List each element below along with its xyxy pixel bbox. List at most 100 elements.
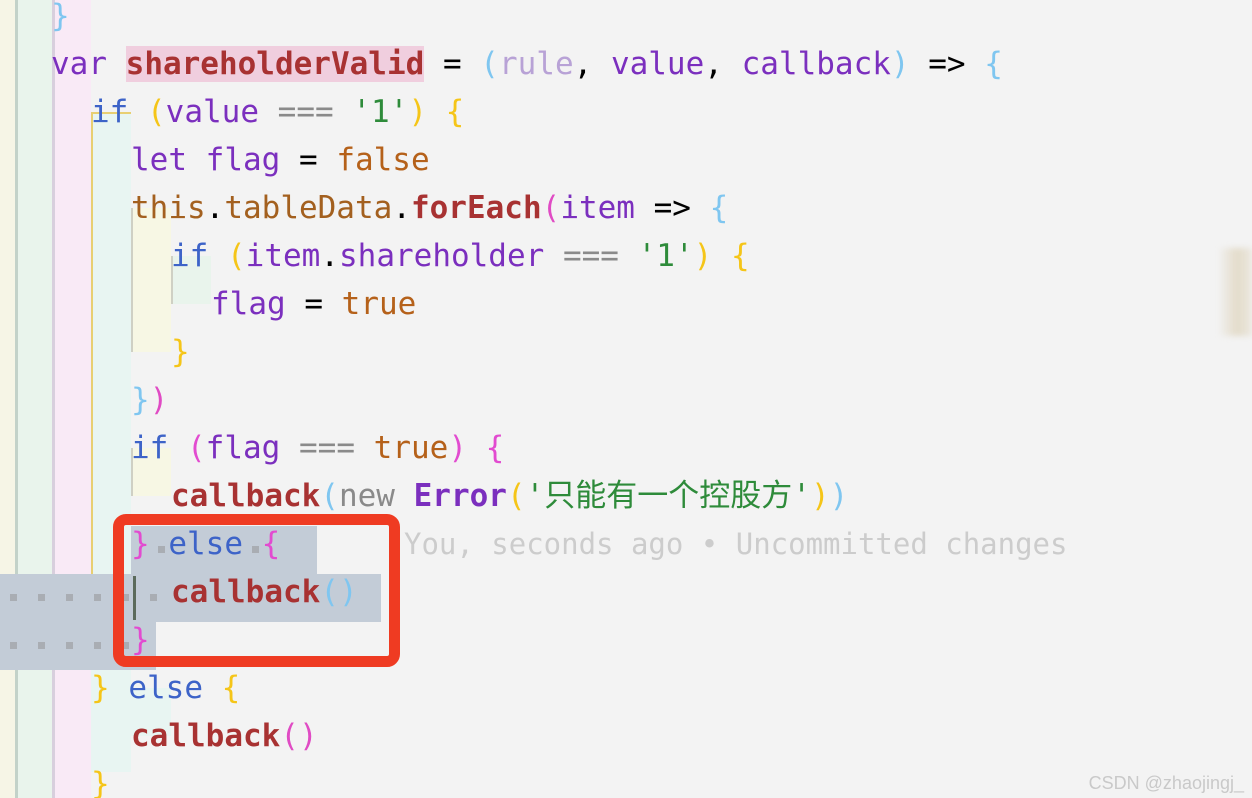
code-token: , bbox=[704, 46, 742, 82]
whitespace-dot-marker bbox=[94, 642, 101, 649]
code-token: this bbox=[131, 190, 206, 226]
code-token: ( bbox=[480, 46, 499, 82]
code-token: callback bbox=[131, 718, 281, 754]
code-token: false bbox=[336, 142, 430, 178]
git-blame-inline-hint: You, seconds ago • Uncommitted changes bbox=[404, 527, 1068, 561]
code-line[interactable]: var shareholderValid = (rule, value, cal… bbox=[51, 40, 1003, 88]
code-token: '1' bbox=[352, 94, 409, 130]
code-token: . bbox=[320, 238, 339, 274]
gutter-band-cream bbox=[0, 0, 15, 798]
code-token: . bbox=[392, 190, 411, 226]
code-token: '1' bbox=[637, 238, 694, 274]
code-token: ( bbox=[147, 94, 166, 130]
code-token: { bbox=[984, 46, 1003, 82]
code-line[interactable]: flag = true bbox=[211, 280, 416, 328]
code-token: } bbox=[131, 622, 150, 658]
code-line[interactable]: this.tableData.forEach(item => { bbox=[131, 184, 728, 232]
code-token: { bbox=[709, 190, 729, 226]
code-line[interactable]: callback(new Error('只能有一个控股方')) bbox=[171, 472, 848, 520]
code-token: callback bbox=[171, 478, 321, 514]
code-token: ) bbox=[829, 478, 849, 514]
code-line[interactable]: callback() bbox=[131, 712, 318, 760]
code-token: ( bbox=[320, 574, 339, 610]
whitespace-dot-marker bbox=[94, 594, 101, 601]
code-token: ) bbox=[890, 46, 910, 82]
code-token: , bbox=[573, 46, 611, 82]
code-token: shareholder bbox=[339, 238, 545, 274]
code-line[interactable]: if (flag === true) { bbox=[131, 424, 504, 472]
code-token: ) bbox=[338, 574, 358, 610]
code-token: shareholderValid bbox=[125, 46, 425, 82]
code-line[interactable]: if (value === '1') { bbox=[91, 88, 464, 136]
whitespace-dot-marker bbox=[38, 642, 45, 649]
code-editor-screenshot: You, seconds ago • Uncommitted changes }… bbox=[0, 0, 1252, 798]
code-token: new bbox=[338, 478, 414, 514]
code-line[interactable]: if (item.shareholder === '1') { bbox=[171, 232, 750, 280]
whitespace-dot-marker bbox=[252, 546, 259, 553]
code-token: else bbox=[149, 526, 262, 562]
whitespace-dot-marker bbox=[150, 594, 157, 601]
code-token: . bbox=[205, 190, 225, 226]
whitespace-dot-marker bbox=[158, 546, 165, 553]
code-token: ( bbox=[280, 718, 299, 754]
code-token: ) bbox=[810, 478, 830, 514]
code-token: item bbox=[560, 190, 635, 226]
code-token: ) bbox=[149, 382, 169, 418]
whitespace-dot-marker bbox=[38, 594, 45, 601]
code-token: ( bbox=[227, 238, 246, 274]
code-line[interactable]: } else { bbox=[131, 520, 280, 568]
code-token: ( bbox=[320, 478, 339, 514]
code-token: true bbox=[341, 286, 417, 322]
code-token: tableData bbox=[224, 190, 393, 226]
code-line[interactable]: }) bbox=[131, 376, 168, 424]
code-line[interactable]: callback() bbox=[171, 568, 358, 616]
code-token: let bbox=[131, 142, 206, 178]
code-token: ) bbox=[298, 718, 318, 754]
code-token: } bbox=[51, 0, 70, 34]
code-token: var bbox=[51, 46, 126, 82]
code-token: = bbox=[285, 286, 342, 322]
code-token: } bbox=[91, 670, 110, 706]
whitespace-dot-marker bbox=[10, 594, 17, 601]
code-token: } bbox=[91, 766, 110, 798]
code-token: { bbox=[221, 670, 241, 706]
code-token: rule bbox=[498, 46, 574, 82]
code-line[interactable]: } bbox=[171, 328, 190, 376]
code-token: forEach bbox=[410, 190, 542, 226]
code-token: flag bbox=[205, 430, 281, 466]
gutter-band-green bbox=[18, 0, 52, 798]
code-token: } bbox=[131, 526, 150, 562]
code-token: value bbox=[610, 46, 705, 82]
code-token: = bbox=[424, 46, 481, 82]
code-line[interactable]: } bbox=[131, 616, 150, 664]
code-token: '只能有一个控股方' bbox=[525, 478, 811, 514]
gutter-band-pink bbox=[55, 0, 91, 798]
code-token: ( bbox=[506, 478, 526, 514]
csdn-watermark: CSDN @zhaojingj_ bbox=[1088, 773, 1244, 793]
whitespace-dot-marker bbox=[66, 642, 73, 649]
whitespace-dot-marker bbox=[122, 642, 129, 649]
code-line[interactable]: } bbox=[51, 0, 70, 40]
code-token: => bbox=[909, 46, 985, 82]
code-token: } bbox=[131, 382, 150, 418]
code-token: { bbox=[261, 526, 281, 562]
text-caret bbox=[133, 576, 136, 620]
code-token: item bbox=[245, 238, 321, 274]
code-token: { bbox=[445, 94, 465, 130]
code-token: = bbox=[280, 142, 337, 178]
code-token: => bbox=[634, 190, 710, 226]
whitespace-dot-marker bbox=[10, 642, 17, 649]
code-token: === bbox=[280, 430, 374, 466]
code-token: ( bbox=[187, 430, 206, 466]
code-token: } bbox=[171, 334, 190, 370]
code-line[interactable]: } bbox=[91, 760, 110, 798]
code-token: { bbox=[485, 430, 505, 466]
code-line[interactable]: } else { bbox=[91, 664, 240, 712]
code-token: ) bbox=[408, 94, 427, 130]
code-line[interactable]: let flag = false bbox=[131, 136, 430, 184]
code-token: === bbox=[259, 94, 353, 130]
code-token: if bbox=[171, 238, 227, 274]
whitespace-dot-marker bbox=[66, 594, 73, 601]
